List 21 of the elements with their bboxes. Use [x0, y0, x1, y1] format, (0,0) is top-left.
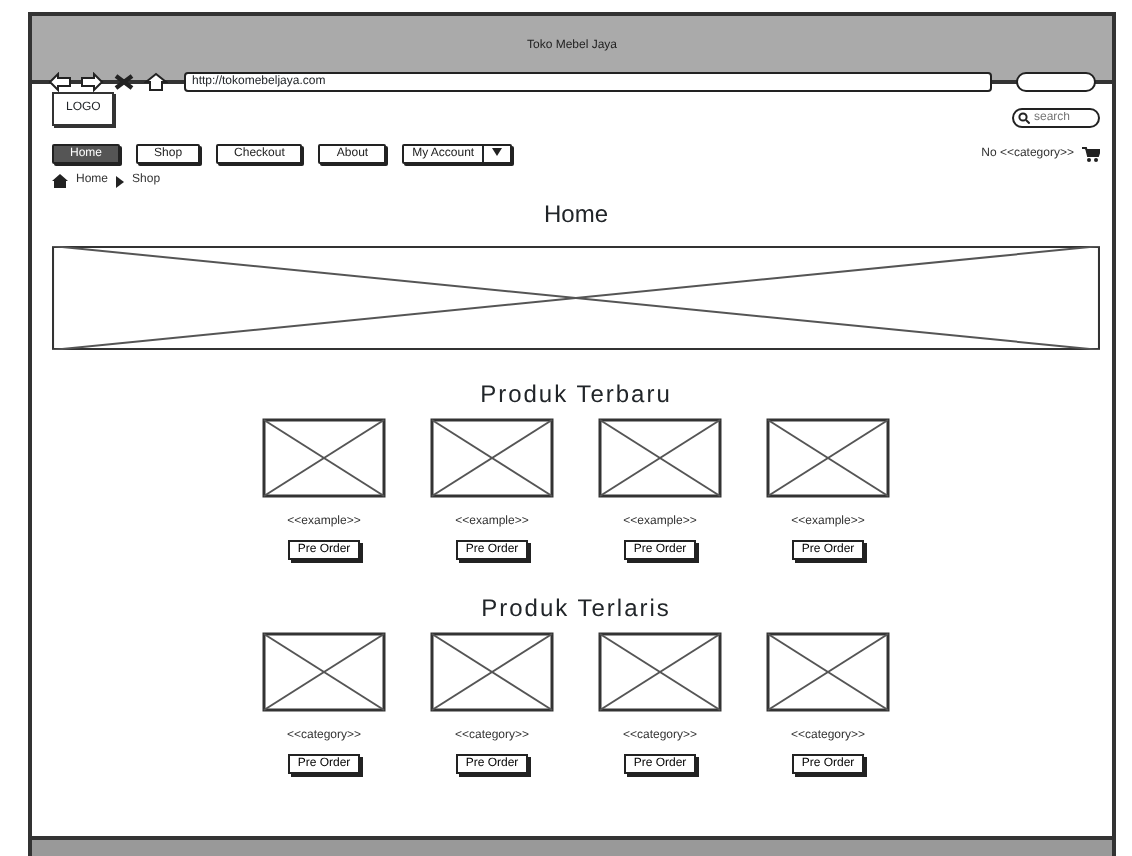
home-icon[interactable]	[144, 72, 168, 92]
caret-icon	[492, 148, 503, 157]
chevron-icon	[116, 175, 125, 187]
image-placeholder	[598, 632, 722, 712]
section-title: Produk Terlaris	[481, 594, 671, 622]
forward-icon[interactable]	[80, 72, 104, 92]
close-icon[interactable]	[112, 72, 136, 92]
image-placeholder	[262, 632, 386, 712]
image-placeholder	[430, 632, 554, 712]
image-placeholder	[598, 418, 722, 498]
image-placeholder	[262, 418, 386, 498]
page-title: Home	[543, 200, 608, 228]
cart-icon[interactable]	[1082, 146, 1100, 162]
image-placeholder	[766, 418, 890, 498]
browser-search-field[interactable]	[1016, 72, 1096, 92]
search-icon	[1018, 112, 1030, 124]
image-placeholder	[430, 418, 554, 498]
back-icon[interactable]	[48, 72, 72, 92]
image-placeholder	[766, 632, 890, 712]
section-title: Produk Terbaru	[480, 380, 672, 408]
home-icon[interactable]	[52, 174, 68, 188]
